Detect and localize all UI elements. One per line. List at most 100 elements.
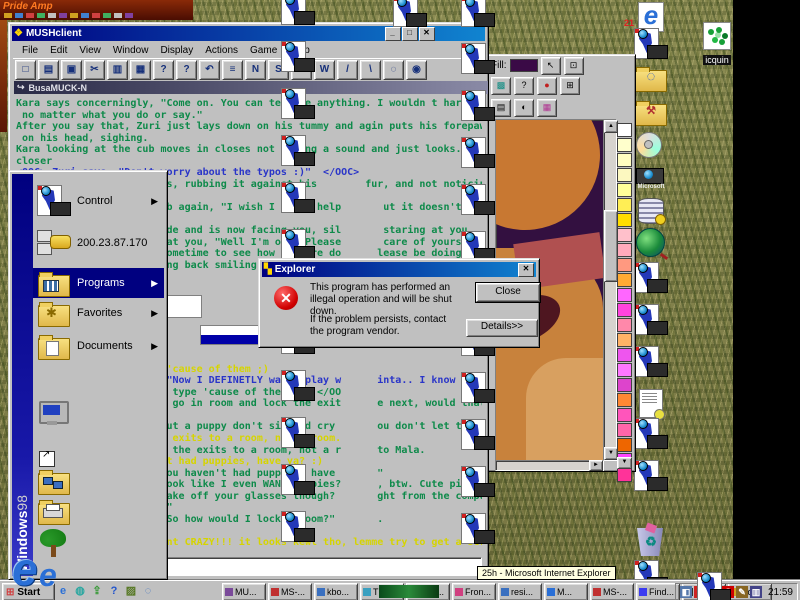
task-button-icon <box>317 588 325 596</box>
start-menu-glitched-item-printer[interactable] <box>33 494 164 528</box>
task-button-kbo[interactable]: kbo... <box>314 583 358 600</box>
palette-swatch[interactable] <box>617 393 632 407</box>
open-file-button[interactable]: ▤ <box>38 60 59 80</box>
west-button[interactable]: W <box>314 60 335 80</box>
color-palette[interactable] <box>617 123 632 483</box>
task-button-find[interactable]: Find... <box>636 583 680 600</box>
scroll-down-arrow[interactable]: ▼ <box>604 447 618 460</box>
cut-button[interactable]: ✂ <box>84 60 105 80</box>
menu-game[interactable]: Game <box>245 45 282 56</box>
task-button-ms[interactable]: MS-... <box>590 583 634 600</box>
pointer-tool-button[interactable]: ↖ <box>541 57 561 75</box>
start-menu-item-programs[interactable]: Programs▶ <box>33 268 164 298</box>
tray-display-icon[interactable]: ◧ <box>680 586 692 598</box>
start-menu-item-documents[interactable]: Documents▶ <box>33 331 164 361</box>
log-lines-button[interactable]: ≡ <box>222 60 243 80</box>
task-button-mu[interactable]: MU... <box>222 583 266 600</box>
scroll-thumb[interactable] <box>604 210 618 282</box>
menu-actions[interactable]: Actions <box>200 45 243 56</box>
close-button[interactable]: Close <box>476 283 540 302</box>
palette-swatch[interactable] <box>617 183 632 197</box>
start-menu-glitched-item-network[interactable] <box>33 464 164 498</box>
palette-swatch[interactable] <box>617 408 632 422</box>
palette-swatch[interactable] <box>617 213 632 227</box>
scroll-up-arrow[interactable]: ▲ <box>604 120 618 133</box>
horizontal-scrollbar[interactable]: ► <box>495 460 604 471</box>
paste-button[interactable]: ▦ <box>130 60 151 80</box>
glitch-button[interactable]: ◌ <box>383 60 404 80</box>
help-arrow-button[interactable]: ? <box>514 77 534 95</box>
menu-display[interactable]: Display <box>155 45 198 56</box>
palette-swatch[interactable] <box>617 243 632 257</box>
palette-swatch[interactable] <box>617 363 632 377</box>
palette-swatch[interactable] <box>617 333 632 347</box>
context-help-button[interactable]: ? <box>176 60 197 80</box>
palette-swatch[interactable] <box>617 423 632 437</box>
palette-swatch[interactable] <box>617 138 632 152</box>
mud-line: Kara says concerningly, "Come on. You ca… <box>16 98 482 109</box>
desktop-icon-icquin[interactable]: icquin <box>695 22 739 68</box>
up-button[interactable]: / <box>337 60 358 80</box>
palette-swatch[interactable] <box>617 303 632 317</box>
start-menu-item-2002387170[interactable]: 200.23.87.170 <box>33 222 164 264</box>
close-button[interactable]: ✕ <box>419 27 435 41</box>
help-button[interactable]: ? <box>153 60 174 80</box>
contrast-button[interactable]: ◐ <box>514 99 534 117</box>
start-menu-item-control[interactable]: Control▶ <box>33 180 164 222</box>
colors-button[interactable]: ▦ <box>537 99 557 117</box>
task-button-fron[interactable]: Fron... <box>452 583 496 600</box>
palette-swatch[interactable] <box>617 288 632 302</box>
task-button-tlk[interactable]: TLK <box>360 583 404 600</box>
task-button-ms[interactable]: MS-... <box>268 583 312 600</box>
palette-swatch[interactable] <box>617 378 632 392</box>
palette-swatch[interactable] <box>617 123 632 137</box>
menu-edit[interactable]: Edit <box>45 45 72 56</box>
menu-view[interactable]: View <box>74 45 106 56</box>
explorer-crash-dialog[interactable]: ▚ Explorer ✕ This program has performed … <box>258 258 540 348</box>
mushclient-titlebar[interactable]: ❖ MUSHclient _ □ ✕ <box>12 26 485 41</box>
tray-notes-icon[interactable]: ✎ <box>736 586 748 598</box>
north-button[interactable]: N <box>245 60 266 80</box>
recall-button[interactable]: ↶ <box>199 60 220 80</box>
task-button-resi[interactable]: resi... <box>498 583 542 600</box>
task-button-icon <box>225 588 233 596</box>
frame-button[interactable]: ⊞ <box>560 77 580 95</box>
palette-swatch[interactable] <box>617 438 632 452</box>
minimize-button[interactable]: _ <box>385 27 401 41</box>
crop-tool-button[interactable]: ⊡ <box>564 57 584 75</box>
maximize-button[interactable]: □ <box>402 27 418 41</box>
start-menu[interactable]: Windows98 Control▶200.23.87.170Programs▶… <box>8 170 168 580</box>
tray-volume-icon[interactable]: ▥ <box>750 586 762 598</box>
pause-button[interactable]: ◉ <box>406 60 427 80</box>
palette-swatch[interactable] <box>617 273 632 287</box>
new-file-button[interactable]: □ <box>15 60 36 80</box>
palette-down-arrow[interactable]: ▼ <box>617 457 632 469</box>
fill-color-swatch[interactable] <box>510 59 538 72</box>
palette-swatch[interactable] <box>617 258 632 272</box>
glitch-paint-camera-icon <box>461 419 495 451</box>
glitch-paint-camera-icon <box>634 346 668 378</box>
scroll-right-arrow[interactable]: ► <box>589 460 603 471</box>
details-button[interactable]: Details>> <box>466 319 538 337</box>
palette-swatch[interactable] <box>617 468 632 482</box>
apple-button[interactable]: ● <box>537 77 557 95</box>
palette-swatch[interactable] <box>617 348 632 362</box>
palette-swatch[interactable] <box>617 318 632 332</box>
menu-window[interactable]: Window <box>108 45 154 56</box>
menu-file[interactable]: File <box>17 45 43 56</box>
start-menu-glitched-item-monitor[interactable] <box>33 396 164 430</box>
world-window-titlebar[interactable]: ↪ BusaMUCK-N <box>14 81 488 94</box>
copy-button[interactable]: ▥ <box>107 60 128 80</box>
dialog-close-x-button[interactable]: ✕ <box>518 263 534 277</box>
palette-swatch[interactable] <box>617 228 632 242</box>
vertical-scrollbar[interactable]: ▲ ▼ <box>603 119 617 461</box>
task-button-m[interactable]: M... <box>544 583 588 600</box>
dialog-titlebar[interactable]: ▚ Explorer ✕ <box>262 262 536 277</box>
save-button[interactable]: ▣ <box>61 60 82 80</box>
down-button[interactable]: \ <box>360 60 381 80</box>
start-menu-item-label: Programs <box>77 277 125 289</box>
start-menu-item-favorites[interactable]: ✱Favorites▶ <box>33 298 164 328</box>
palette-swatch[interactable] <box>617 198 632 212</box>
palette-swatch[interactable] <box>617 153 632 167</box>
palette-swatch[interactable] <box>617 168 632 182</box>
